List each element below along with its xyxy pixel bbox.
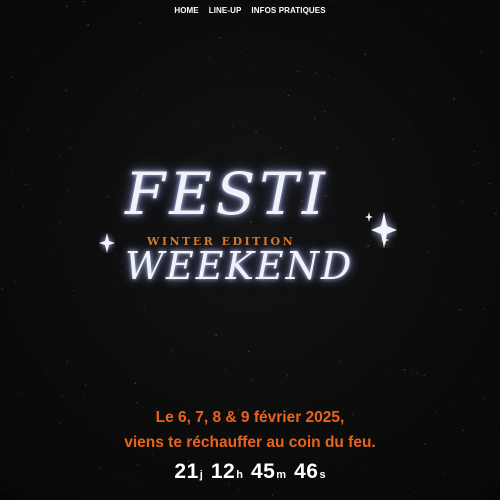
sparkle-left-icon [99, 233, 115, 253]
logo-title-festi: FESTI [125, 160, 329, 228]
nav-infos-pratiques-link[interactable]: INFOS PRATIQUES [251, 6, 325, 15]
countdown-minutes-suffix: m [276, 469, 287, 481]
logo-title-weekend: WEEKEND [125, 244, 354, 288]
countdown-minutes-value: 45 [250, 460, 276, 483]
countdown-days: 21 j [174, 460, 202, 484]
countdown-hours: 12 h [211, 460, 243, 484]
countdown-hours-suffix: h [236, 469, 243, 481]
event-tagline: Le 6, 7, 8 & 9 février 2025, viens te ré… [0, 405, 500, 455]
tagline-message: viens te réchauffer au coin du feu. [124, 434, 376, 451]
countdown-timer: 21 j 12 h 45 m 46 s [0, 460, 500, 484]
countdown-days-value: 21 [174, 460, 199, 483]
top-navigation: HOME LINE-UP INFOS PRATIQUES [0, 6, 500, 15]
countdown-hours-value: 12 [210, 460, 236, 483]
nav-lineup-link[interactable]: LINE-UP [209, 6, 242, 15]
sparkle-right-tiny-icon [381, 235, 389, 245]
festival-logo: FESTI WINTER EDITION WEEKEND [95, 160, 415, 295]
countdown-minutes: 45 m [251, 460, 286, 484]
countdown-seconds: 46 s [294, 460, 325, 484]
tagline-dates: Le 6, 7, 8 & 9 février 2025, [155, 409, 345, 426]
sparkle-right-small-icon [365, 212, 373, 222]
countdown-seconds-suffix: s [319, 469, 326, 481]
countdown-days-suffix: j [199, 469, 203, 481]
countdown-seconds-value: 46 [294, 460, 319, 483]
nav-home-link[interactable]: HOME [174, 6, 198, 15]
